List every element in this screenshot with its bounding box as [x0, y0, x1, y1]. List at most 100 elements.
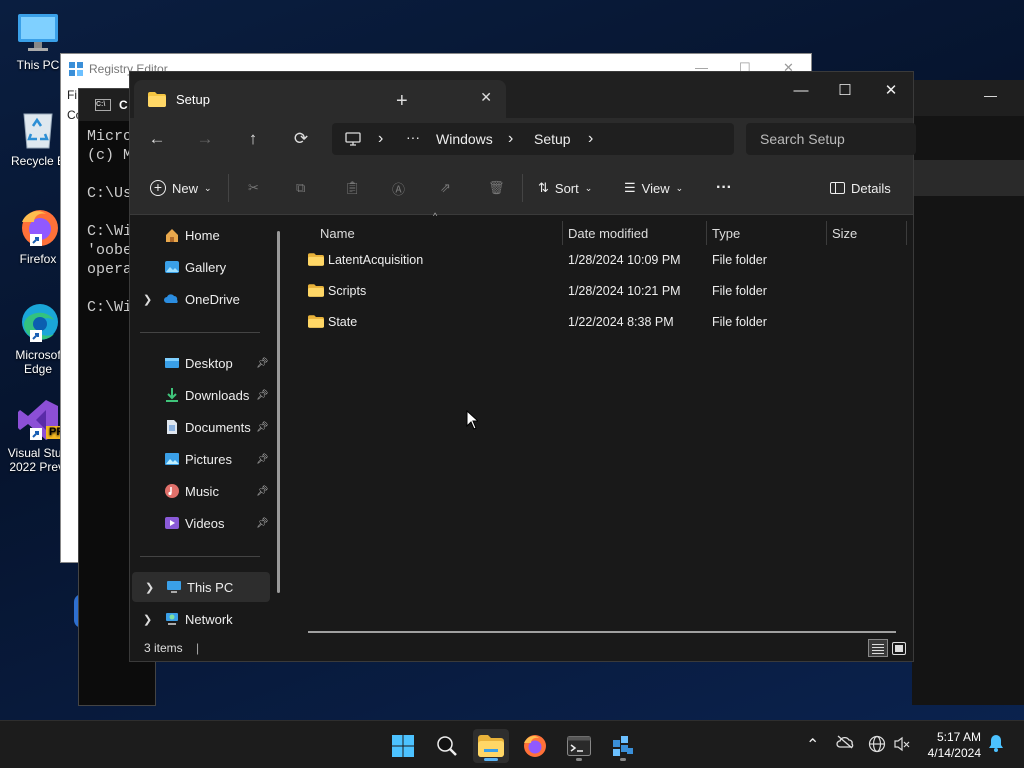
sidebar-item-pictures[interactable]: Pictures 📌︎	[130, 444, 270, 474]
plus-circle-icon: +	[150, 180, 166, 196]
table-row[interactable]: State 1/22/2024 8:38 PM File folder	[306, 307, 906, 338]
close-button[interactable]: ✕	[868, 76, 914, 104]
view-label: View	[641, 180, 670, 196]
maximize-button[interactable]: ☐	[822, 76, 868, 104]
share-icon: ⇗	[440, 180, 451, 195]
table-row[interactable]: Scripts 1/28/2024 10:21 PM File folder	[306, 276, 906, 307]
chevron-right-icon[interactable]: ❯	[145, 581, 154, 594]
sidebar-item-label: Network	[185, 611, 233, 627]
breadcrumb-setup[interactable]: Setup	[534, 131, 571, 147]
folder-icon	[308, 253, 324, 266]
sidebar-item-network[interactable]: ❯ Network	[130, 604, 270, 634]
breadcrumb-windows[interactable]: Windows	[436, 131, 493, 147]
table-row[interactable]: LatentAcquisition 1/28/2024 10:09 PM Fil…	[306, 245, 906, 276]
search-icon	[437, 736, 457, 756]
recycle-bin-icon	[16, 106, 60, 150]
cut-button[interactable]: ✂	[248, 174, 259, 202]
taskbar-file-explorer[interactable]	[473, 729, 509, 763]
pictures-icon	[165, 453, 179, 465]
item-count: 3 items	[144, 641, 183, 655]
view-button[interactable]: ☰ View ⌄	[624, 174, 683, 202]
show-hidden-icons-button[interactable]: ⌃	[806, 735, 819, 755]
details-view-button[interactable]	[868, 639, 888, 657]
sidebar-item-onedrive[interactable]: ❯ OneDrive	[130, 284, 270, 314]
chevron-down-icon: ⌄	[584, 182, 593, 193]
background-window[interactable]: —	[912, 80, 1024, 705]
volume-tray-icon[interactable]	[893, 735, 911, 756]
new-button[interactable]: + New ⌄	[150, 174, 212, 202]
sidebar-item-label: OneDrive	[185, 291, 240, 307]
taskbar-registry-editor[interactable]	[605, 729, 641, 763]
paste-button[interactable]: 📋︎	[344, 174, 361, 202]
taskbar-terminal[interactable]	[561, 729, 597, 763]
sort-icon: ⇅	[538, 180, 549, 195]
file-explorer-icon	[478, 735, 504, 757]
sidebar-item-label: Videos	[185, 515, 225, 531]
chevron-right-icon[interactable]: ❯	[143, 293, 152, 306]
breadcrumb-more[interactable]: ···	[406, 129, 420, 145]
start-button[interactable]	[385, 729, 421, 763]
rename-button[interactable]: Ⓐ	[392, 174, 405, 202]
delete-button[interactable]: 🗑︎	[488, 174, 505, 202]
minimize-button[interactable]: —	[778, 76, 824, 104]
document-icon	[167, 420, 177, 434]
chevron-up-icon: ⌃	[806, 737, 820, 754]
computer-icon	[345, 132, 361, 146]
copy-button[interactable]: ⧉	[296, 174, 305, 202]
home-icon	[166, 229, 178, 242]
file-name: State	[328, 315, 358, 329]
file-explorer-window[interactable]: Setup ✕ + — ☐ ✕ ← → ↑ ⟳ › ··· Windows › …	[129, 71, 916, 662]
search-button[interactable]	[429, 729, 465, 763]
sidebar-item-this-pc[interactable]: ❯ This PC	[132, 572, 270, 602]
mouse-cursor-icon	[466, 410, 478, 430]
sidebar-item-home[interactable]: Home	[130, 220, 270, 250]
folder-icon	[148, 91, 166, 107]
new-tab-button[interactable]: +	[396, 90, 416, 113]
network-tray-icon[interactable]	[868, 735, 886, 756]
file-type: File folder	[712, 253, 767, 267]
notifications-button[interactable]	[988, 734, 1004, 755]
sidebar-item-desktop[interactable]: Desktop 📌︎	[130, 348, 270, 378]
sidebar-item-gallery[interactable]: Gallery	[130, 252, 270, 282]
column-header-type[interactable]: Type	[712, 221, 740, 245]
column-header-name[interactable]: Name	[320, 221, 355, 245]
chevron-right-icon[interactable]: ›	[588, 130, 593, 148]
sidebar-item-downloads[interactable]: Downloads 📌︎	[130, 380, 270, 410]
search-input[interactable]: Search Setup	[746, 123, 916, 155]
address-bar[interactable]: › ··· Windows › Setup ›	[332, 123, 734, 155]
chevron-down-icon: ⌄	[675, 182, 684, 193]
music-icon	[165, 484, 179, 498]
trash-icon: 🗑︎	[488, 180, 505, 195]
view-icon: ☰	[624, 180, 636, 195]
folder-icon	[308, 284, 324, 297]
column-header-date[interactable]: Date modified	[568, 221, 648, 245]
forward-button[interactable]: →	[193, 127, 217, 151]
onedrive-tray-icon[interactable]	[836, 735, 854, 752]
taskbar-firefox[interactable]	[517, 729, 553, 763]
tab-close-button[interactable]: ✕	[480, 89, 492, 106]
sidebar-item-videos[interactable]: Videos 📌︎	[130, 508, 270, 538]
sort-button[interactable]: ⇅ Sort ⌄	[538, 174, 592, 202]
file-date: 1/22/2024 8:38 PM	[568, 315, 674, 329]
tab-setup[interactable]: Setup ✕ +	[134, 80, 506, 118]
horizontal-scrollbar[interactable]	[308, 631, 896, 633]
column-header-size[interactable]: Size	[832, 221, 857, 245]
sidebar-item-documents[interactable]: Documents 📌︎	[130, 412, 270, 442]
edge-icon	[16, 300, 60, 344]
large-icons-view-button[interactable]	[892, 642, 906, 655]
more-options-button[interactable]: ···	[716, 174, 732, 202]
clock[interactable]: 5:17 AM 4/14/2024	[928, 729, 981, 761]
refresh-button[interactable]: ⟳	[289, 127, 313, 151]
chevron-right-icon[interactable]: ❯	[143, 613, 152, 626]
status-bar: 3 items |	[144, 641, 200, 655]
share-button[interactable]: ⇗	[440, 174, 451, 202]
tab-title: Setup	[176, 91, 210, 107]
sidebar-scrollbar[interactable]	[277, 231, 280, 593]
details-pane-button[interactable]: Details	[830, 174, 891, 202]
back-button[interactable]: ←	[145, 127, 169, 151]
minimize-button[interactable]: —	[984, 88, 997, 103]
up-button[interactable]: ↑	[241, 127, 265, 151]
sidebar-item-music[interactable]: Music 📌︎	[130, 476, 270, 506]
registry-menu[interactable]: Fi	[67, 88, 77, 102]
registry-icon	[69, 62, 83, 76]
